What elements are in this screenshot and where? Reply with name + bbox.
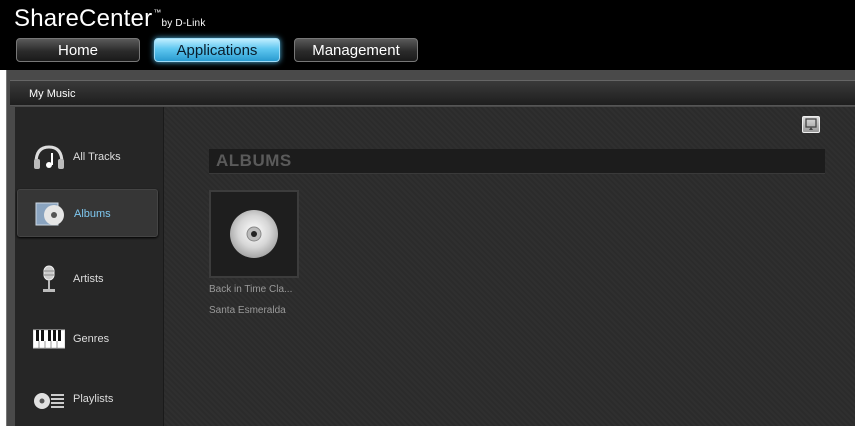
nav-management-button[interactable]: Management (294, 38, 418, 62)
brand-name: ShareCenter (14, 5, 153, 32)
album-cd-icon (35, 202, 64, 226)
top-header: ShareCenter™by D-Link Home Applications … (0, 0, 855, 70)
nav-applications-button[interactable]: Applications (154, 38, 280, 62)
sidebar-item-label: Genres (73, 333, 110, 345)
sidebar-item-label: Artists (73, 273, 104, 285)
microphone-icon (43, 265, 55, 292)
playlist-icon (34, 393, 64, 409)
headphones-icon (34, 145, 64, 169)
album-artist: Santa Esmeralda (209, 305, 286, 316)
sidebar-item-artists[interactable]: Artists (17, 255, 158, 303)
album-cover (209, 190, 299, 278)
sidebar-item-genres[interactable]: Genres (17, 315, 158, 363)
window-title: My Music (10, 80, 855, 106)
sidebar-item-playlists[interactable]: Playlists (17, 375, 158, 423)
music-content: All Tracks Albums Artists Genres Playlis… (15, 107, 855, 426)
piano-keys-icon (33, 329, 65, 349)
brand-by-dlink: by D-Link (161, 18, 206, 29)
brand-trademark: ™ (153, 8, 162, 17)
music-sidebar: All Tracks Albums Artists Genres Playlis… (15, 107, 164, 426)
sharecenter-logo: ShareCenter™by D-Link (14, 5, 206, 33)
display-toggle-button[interactable] (802, 116, 820, 133)
sidebar-item-albums[interactable]: Albums (17, 189, 158, 237)
albums-section-header: ALBUMS (209, 149, 825, 174)
album-title: Back in Time Cla... (209, 284, 293, 295)
sidebar-item-all-tracks[interactable]: All Tracks (17, 133, 158, 181)
sidebar-item-label: All Tracks (73, 151, 121, 163)
cd-disc-icon (230, 210, 278, 258)
sidebar-item-label: Playlists (73, 393, 114, 405)
nav-home-button[interactable]: Home (16, 38, 140, 62)
screen-icon (805, 118, 817, 130)
section-title: ALBUMS (216, 151, 292, 170)
sidebar-item-label: Albums (74, 208, 111, 220)
